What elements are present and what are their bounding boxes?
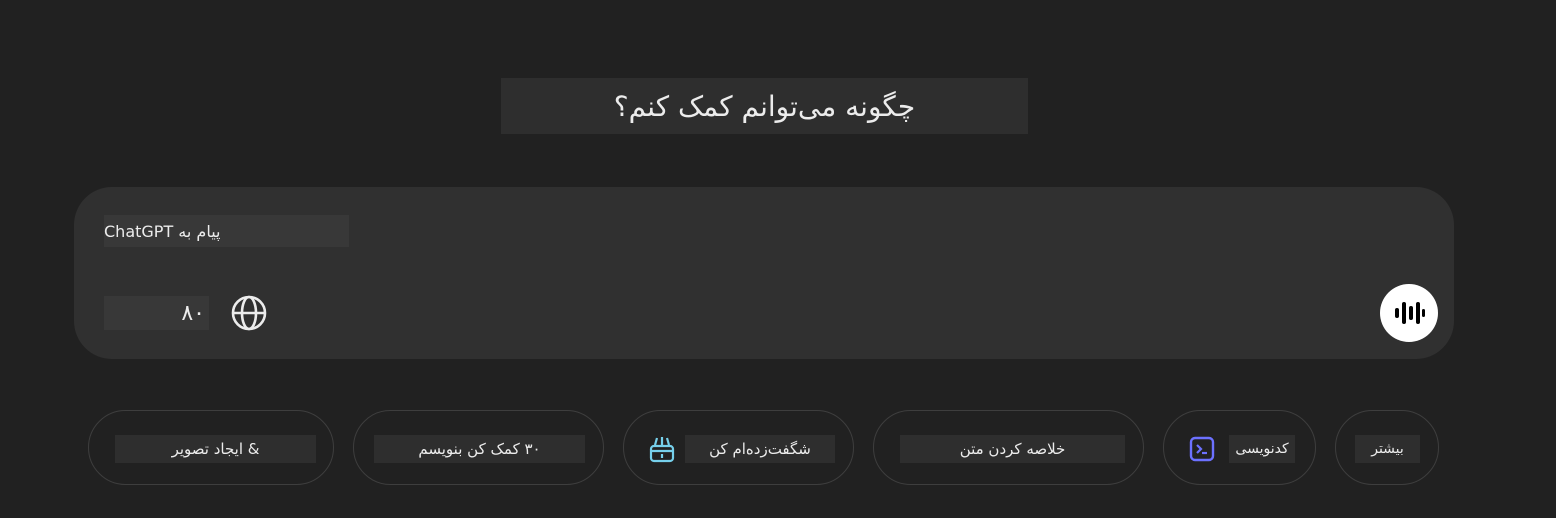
create-image-chip[interactable]: & ایجاد تصویر (88, 410, 334, 485)
chip-label: & ایجاد تصویر (115, 435, 316, 463)
chat-home: چگونه می‌توانم کمک کنم؟ پیام به ChatGPT … (0, 0, 1556, 518)
chip-label: ۳۰ کمک کن بنویسم (374, 435, 585, 463)
voice-waveform-icon (1395, 302, 1425, 324)
heading-container: چگونه می‌توانم کمک کنم؟ (501, 78, 1028, 134)
chip-label: شگفت‌زده‌ام کن (685, 435, 835, 463)
chip-label: بیشتر (1355, 435, 1420, 463)
message-composer: پیام به ChatGPT ۸۰ (74, 187, 1454, 359)
chip-label: خلاصه کردن متن (900, 435, 1125, 463)
code-chip[interactable]: کدنویسی (1163, 410, 1316, 485)
chip-label: کدنویسی (1229, 435, 1295, 463)
message-input[interactable]: پیام به ChatGPT (104, 215, 349, 247)
more-chip[interactable]: بیشتر (1335, 410, 1439, 485)
summarize-text-chip[interactable]: خلاصه کردن متن (873, 410, 1144, 485)
surprise-me-chip[interactable]: شگفت‌زده‌ام کن (623, 410, 854, 485)
terminal-icon (1189, 435, 1215, 463)
globe-icon[interactable] (230, 294, 268, 332)
gift-icon (649, 435, 675, 463)
help-me-write-chip[interactable]: ۳۰ کمک کن بنویسم (353, 410, 604, 485)
page-title: چگونه می‌توانم کمک کنم؟ (613, 89, 916, 123)
voice-mode-button[interactable] (1380, 284, 1438, 342)
attach-button[interactable]: ۸۰ (104, 296, 209, 330)
